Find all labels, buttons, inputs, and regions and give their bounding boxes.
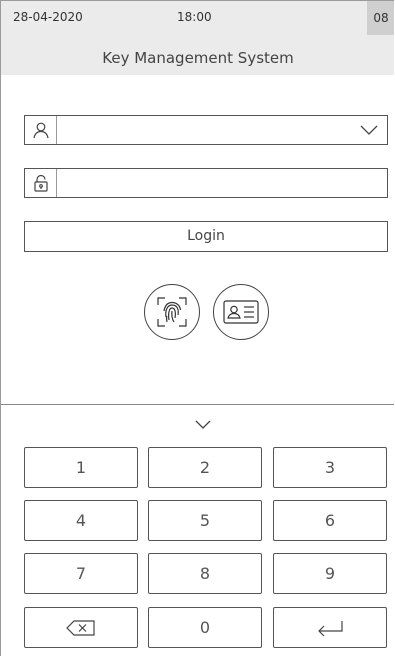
status-time: 18:00 (177, 10, 212, 24)
key-3[interactable]: 3 (273, 447, 387, 488)
status-badge: 08 (367, 1, 394, 35)
key-0[interactable]: 0 (148, 607, 262, 648)
user-icon (25, 116, 57, 144)
chevron-down-icon[interactable] (194, 415, 212, 429)
key-9[interactable]: 9 (273, 553, 387, 594)
key-4[interactable]: 4 (24, 500, 138, 541)
padlock-icon (25, 169, 57, 197)
key-7[interactable]: 7 (24, 553, 138, 594)
app-window: 28-04-2020 18:00 08 Key Management Syste… (0, 0, 394, 656)
chevron-down-icon[interactable] (359, 122, 379, 138)
field-separator (56, 116, 57, 144)
fingerprint-icon (157, 297, 187, 327)
id-card-icon (223, 300, 259, 324)
key-6[interactable]: 6 (273, 500, 387, 541)
key-1[interactable]: 1 (24, 447, 138, 488)
key-5[interactable]: 5 (148, 500, 262, 541)
field-separator (56, 169, 57, 197)
key-8[interactable]: 8 (148, 553, 262, 594)
enter-icon (318, 620, 343, 636)
backspace-key[interactable] (24, 607, 138, 648)
password-field[interactable] (24, 168, 388, 198)
page-title: Key Management System (1, 35, 394, 75)
enter-key[interactable] (273, 607, 387, 648)
backspace-icon (66, 619, 95, 636)
username-select[interactable] (24, 115, 388, 145)
keypad-divider (1, 404, 394, 405)
status-bar: 28-04-2020 18:00 08 (1, 1, 394, 35)
fingerprint-button[interactable] (144, 284, 200, 340)
status-date: 28-04-2020 (13, 10, 83, 24)
id-card-button[interactable] (213, 284, 269, 340)
key-2[interactable]: 2 (148, 447, 262, 488)
login-button[interactable]: Login (24, 221, 388, 252)
